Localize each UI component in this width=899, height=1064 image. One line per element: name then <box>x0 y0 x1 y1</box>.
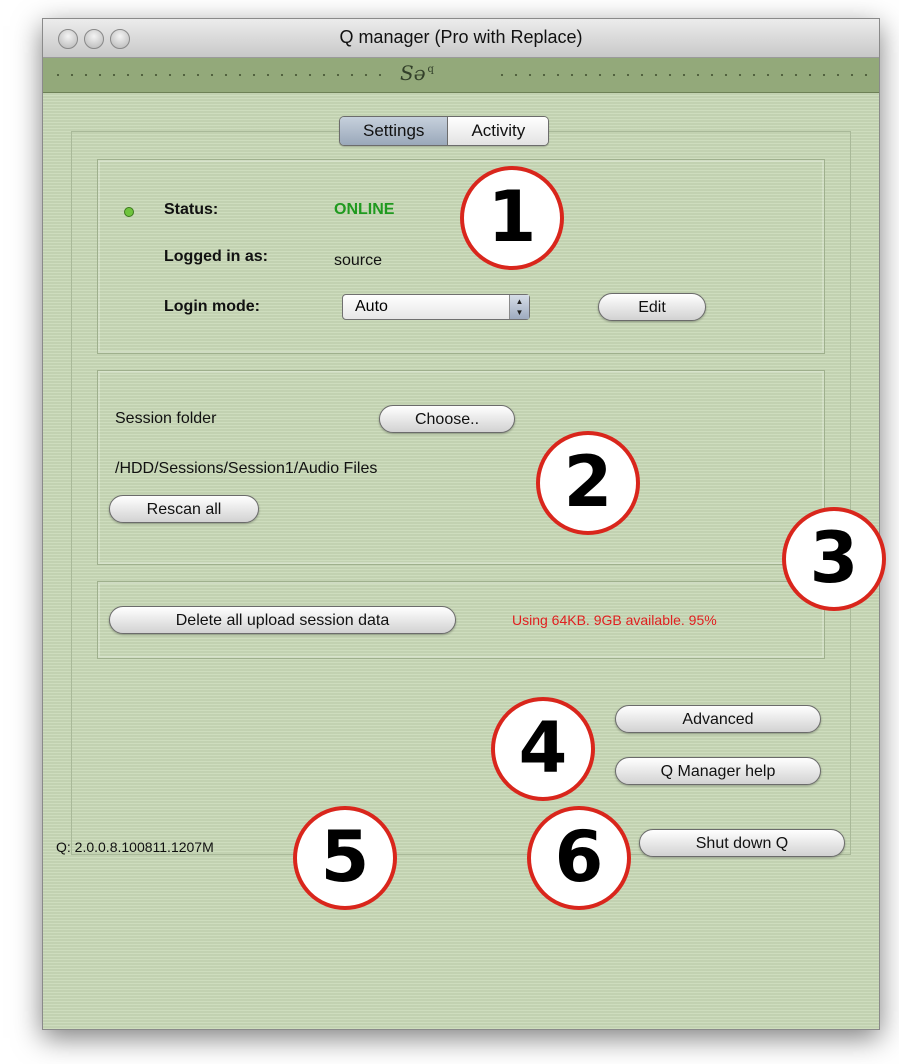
status-indicator-icon <box>124 207 134 217</box>
app-window: Q manager (Pro with Replace) Sə q Setting… <box>42 18 880 1030</box>
header-dots-left <box>51 74 381 76</box>
header-dots-right <box>495 74 871 76</box>
advanced-button[interactable]: Advanced <box>615 705 821 733</box>
q-manager-help-button[interactable]: Q Manager help <box>615 757 821 785</box>
login-mode-label: Login mode: <box>164 298 260 315</box>
shut-down-button[interactable]: Shut down Q <box>639 829 845 857</box>
app-logo: Sə q <box>400 61 434 85</box>
login-mode-value: Auto <box>355 298 388 315</box>
callout-1: 1 <box>460 166 564 270</box>
stepper-arrows-icon: ▲ ▼ <box>509 295 529 319</box>
logged-in-value: source <box>334 252 383 269</box>
callout-3: 3 <box>782 507 886 611</box>
rescan-all-button[interactable]: Rescan all <box>109 495 259 523</box>
tab-settings[interactable]: Settings <box>340 117 449 145</box>
storage-usage-text: Using 64KB. 9GB available. 95% <box>512 612 717 628</box>
login-mode-select[interactable]: Auto ▲ ▼ <box>342 294 530 320</box>
choose-folder-button[interactable]: Choose.. <box>379 405 515 433</box>
edit-button[interactable]: Edit <box>598 293 706 321</box>
session-folder-label: Session folder <box>115 410 217 427</box>
callout-4: 4 <box>491 697 595 801</box>
delete-upload-data-button[interactable]: Delete all upload session data <box>109 606 456 634</box>
logged-in-label: Logged in as: <box>164 248 268 265</box>
header-strip: Sə q <box>43 58 879 93</box>
tab-activity[interactable]: Activity <box>448 117 549 145</box>
callout-2: 2 <box>536 431 640 535</box>
window-title: Q manager (Pro with Replace) <box>339 27 583 47</box>
title-bar: Q manager (Pro with Replace) <box>43 19 879 58</box>
version-label: Q: 2.0.0.8.100811.1207M <box>56 839 214 855</box>
status-label: Status: <box>164 201 219 218</box>
session-path: /HDD/Sessions/Session1/Audio Files <box>115 460 378 477</box>
callout-5: 5 <box>293 806 397 910</box>
callout-6: 6 <box>527 806 631 910</box>
tab-bar: Settings Activity <box>339 116 550 146</box>
status-value: ONLINE <box>334 201 395 218</box>
